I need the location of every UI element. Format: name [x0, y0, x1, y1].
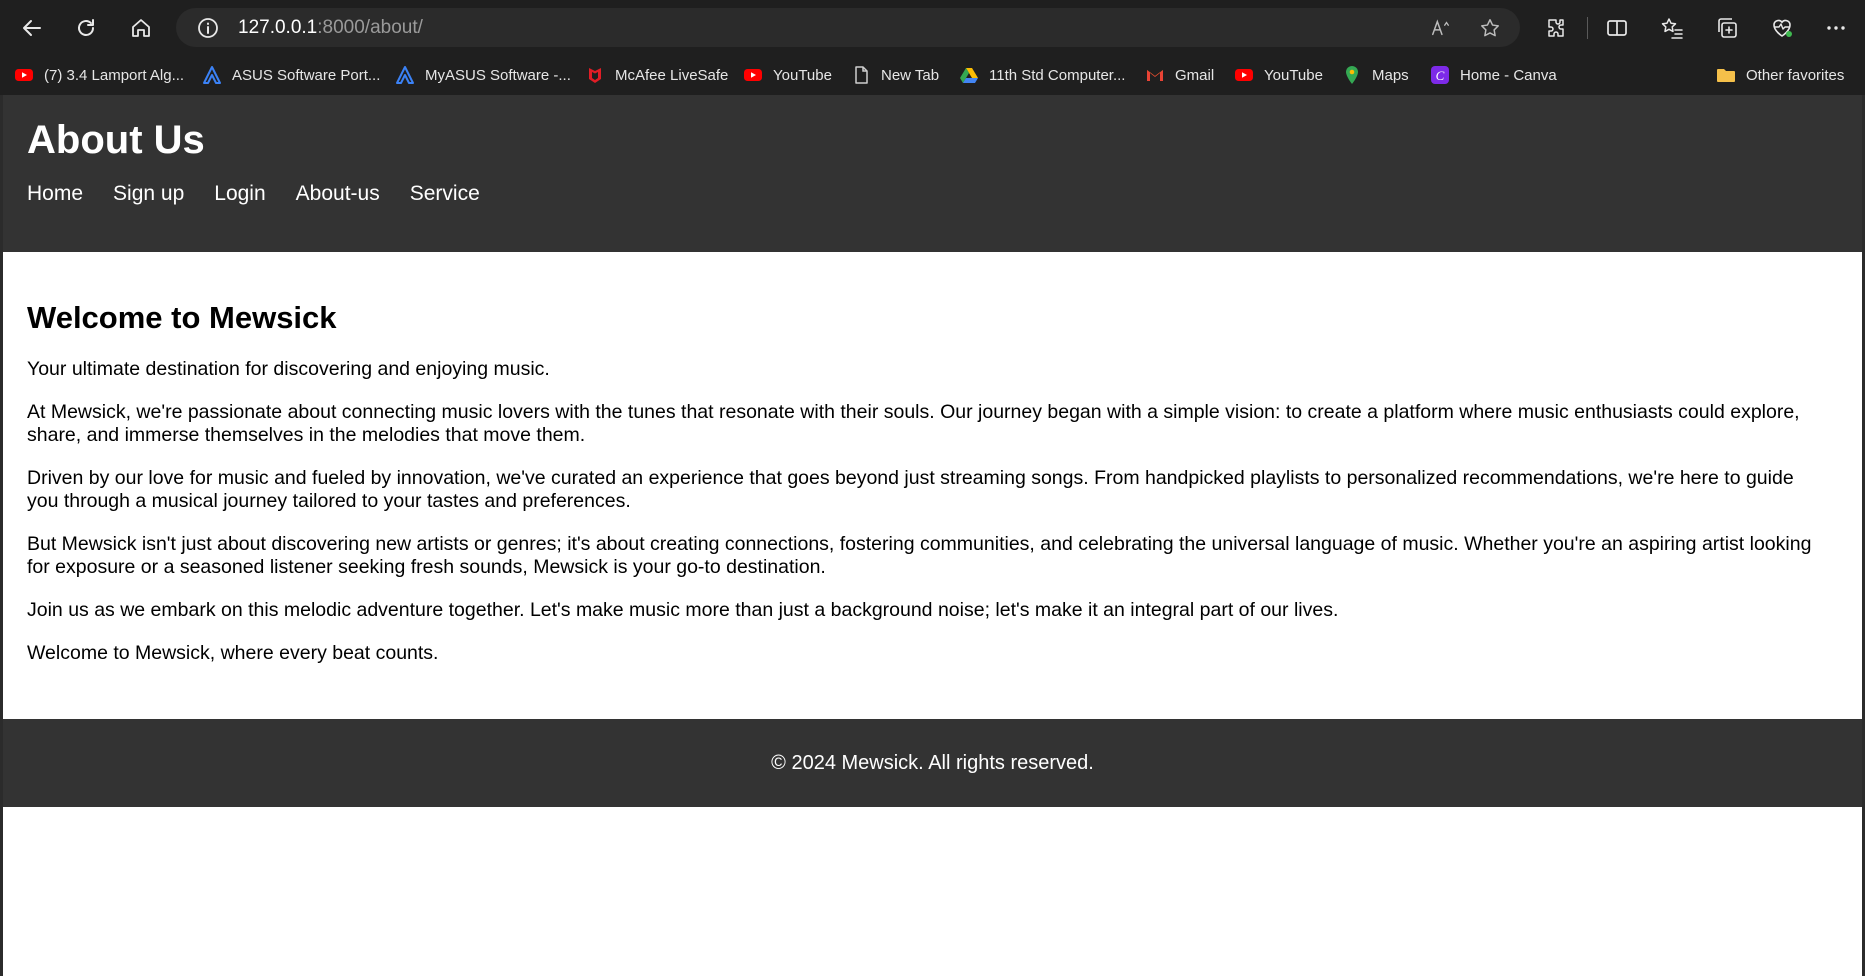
- asus-icon: [395, 65, 415, 85]
- refresh-button[interactable]: [66, 10, 106, 46]
- folder-icon: [1716, 65, 1736, 85]
- bookmark-item[interactable]: ASUS Software Port...: [202, 61, 380, 89]
- page-viewport: About Us Home Sign up Login About-us Ser…: [0, 95, 1865, 976]
- bookmark-item[interactable]: YouTube: [1234, 61, 1323, 89]
- toolbar-divider: [1587, 17, 1588, 39]
- puzzle-icon: [1548, 19, 1564, 37]
- nav-link-home[interactable]: Home: [27, 181, 83, 207]
- page-title: About Us: [27, 118, 205, 162]
- home-button[interactable]: [121, 10, 161, 46]
- site-footer: © 2024 Mewsick. All rights reserved.: [3, 719, 1862, 807]
- read-aloud-button[interactable]: [1428, 15, 1454, 41]
- extensions-button[interactable]: [1536, 10, 1576, 46]
- bookmark-item[interactable]: Maps: [1342, 61, 1409, 89]
- bookmark-label: YouTube: [1264, 66, 1323, 84]
- bookmark-label: (7) 3.4 Lamport Alg...: [44, 66, 185, 84]
- bookmark-label: 11th Std Computer...: [989, 66, 1126, 84]
- bookmark-label: New Tab: [881, 66, 940, 84]
- drive-icon: [959, 65, 979, 85]
- maps-icon: [1342, 65, 1362, 85]
- paragraph-mission: At Mewsick, we're passionate about conne…: [27, 401, 1800, 446]
- svg-text:C: C: [1436, 68, 1445, 83]
- nav-link-about-us[interactable]: About-us: [296, 181, 380, 207]
- star-icon: [1481, 19, 1499, 37]
- paragraph-tagline: Your ultimate destination for discoverin…: [27, 358, 550, 380]
- toolbar: 127.0.0.1:8000/about/: [0, 0, 1865, 55]
- refresh-icon: [78, 19, 94, 36]
- bookmark-item[interactable]: McAfee LiveSafe: [585, 61, 728, 89]
- bookmark-label: MyASUS Software -...: [425, 66, 571, 84]
- copyright-text: © 2024 Mewsick. All rights reserved.: [771, 751, 1094, 774]
- bookmark-item[interactable]: MyASUS Software -...: [395, 61, 571, 89]
- heart-pulse-icon: [1773, 19, 1792, 37]
- settings-menu-button[interactable]: [1816, 10, 1856, 46]
- paragraph-closing: Welcome to Mewsick, where every beat cou…: [27, 642, 439, 664]
- back-button[interactable]: [12, 10, 52, 46]
- url-host: 127.0.0.1: [238, 17, 318, 38]
- nav-link-sign-up[interactable]: Sign up: [113, 181, 184, 207]
- youtube-icon: [1234, 65, 1254, 85]
- back-arrow-icon: [23, 20, 41, 36]
- read-aloud-icon: [1432, 19, 1449, 36]
- bookmark-label: Home - Canva: [1460, 66, 1557, 84]
- canva-icon: C: [1430, 65, 1450, 85]
- youtube-icon: [743, 65, 763, 85]
- browser-chrome: 127.0.0.1:8000/about/ (7) 3.4 Lamport Al…: [0, 0, 1865, 95]
- split-screen-button[interactable]: [1597, 10, 1637, 46]
- paragraph-community: But Mewsick isn't just about discovering…: [27, 533, 1812, 578]
- bookmarks-bar: (7) 3.4 Lamport Alg... ASUS Software Por…: [0, 55, 1865, 95]
- favorite-star-button[interactable]: [1477, 15, 1503, 41]
- main-content: Welcome to Mewsick Your ultimate destina…: [27, 300, 1827, 685]
- youtube-icon: [14, 65, 34, 85]
- bookmark-item[interactable]: YouTube: [743, 61, 832, 89]
- gmail-icon: [1145, 65, 1165, 85]
- favorites-list-icon: [1661, 18, 1683, 39]
- bookmark-item[interactable]: New Tab: [851, 61, 939, 89]
- nav-link-service[interactable]: Service: [410, 181, 480, 207]
- nav-link-login[interactable]: Login: [214, 181, 265, 207]
- favorites-button[interactable]: [1652, 10, 1692, 46]
- collections-button[interactable]: [1707, 10, 1747, 46]
- mcafee-icon: [585, 65, 605, 85]
- paragraph-invitation: Join us as we embark on this melodic adv…: [27, 599, 1339, 621]
- site-nav: Home Sign up Login About-us Service: [27, 181, 480, 207]
- more-dots-icon: [1827, 26, 1845, 30]
- bookmark-item[interactable]: Gmail: [1145, 61, 1214, 89]
- section-heading: Welcome to Mewsick: [27, 300, 337, 335]
- bookmark-label: McAfee LiveSafe: [615, 66, 729, 84]
- bookmark-item[interactable]: C Home - Canva: [1430, 61, 1557, 89]
- bookmark-label: ASUS Software Port...: [232, 66, 381, 84]
- collections-icon: [1718, 18, 1737, 38]
- url-text[interactable]: 127.0.0.1:8000/about/: [238, 16, 423, 40]
- site-header: About Us Home Sign up Login About-us Ser…: [3, 95, 1862, 252]
- bookmark-item[interactable]: (7) 3.4 Lamport Alg...: [14, 61, 184, 89]
- site-info-icon[interactable]: [196, 16, 220, 40]
- split-screen-icon: [1607, 20, 1627, 36]
- other-favorites-folder[interactable]: Other favorites: [1716, 61, 1844, 89]
- bookmark-item[interactable]: 11th Std Computer...: [959, 61, 1125, 89]
- paragraph-experience: Driven by our love for music and fueled …: [27, 467, 1794, 512]
- asus-icon: [202, 65, 222, 85]
- page-icon: [851, 65, 871, 85]
- bookmark-label: Maps: [1372, 66, 1409, 84]
- other-favorites-label: Other favorites: [1746, 66, 1845, 84]
- home-icon: [132, 19, 150, 37]
- address-bar[interactable]: 127.0.0.1:8000/about/: [176, 8, 1520, 47]
- bookmark-label: YouTube: [773, 66, 832, 84]
- bookmark-label: Gmail: [1175, 66, 1215, 84]
- browser-essentials-button[interactable]: [1762, 10, 1802, 46]
- url-path: :8000/about/: [317, 17, 423, 38]
